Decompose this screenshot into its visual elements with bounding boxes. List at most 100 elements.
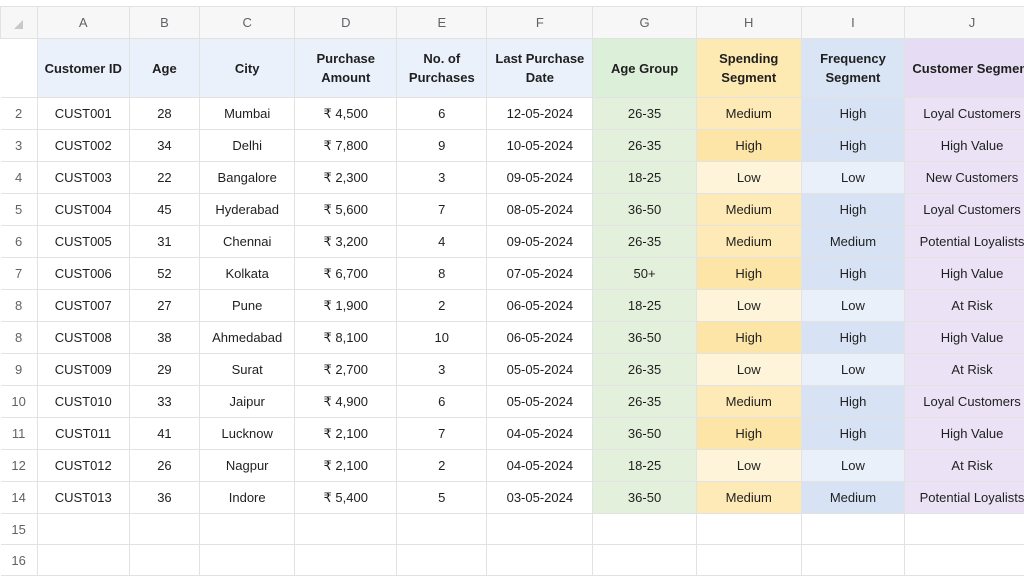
cell-purchase-amount[interactable]: ₹ 4,500 xyxy=(294,97,398,130)
cell-frequency-segment[interactable]: Low xyxy=(800,289,906,322)
cell-city[interactable]: Ahmedabad xyxy=(199,321,296,354)
cell-city[interactable]: Pune xyxy=(199,289,296,322)
cell-age[interactable]: 41 xyxy=(128,417,201,450)
cell-customer-segment[interactable]: New Customers xyxy=(904,161,1024,194)
column-header-c[interactable]: C xyxy=(199,6,296,39)
cell-frequency-segment[interactable]: High xyxy=(800,257,906,290)
cell-frequency-segment[interactable]: High xyxy=(800,417,906,450)
cell-no-of-purchases[interactable]: 5 xyxy=(396,481,488,514)
cell-city[interactable]: Lucknow xyxy=(199,417,296,450)
cell-age-group[interactable]: 26-35 xyxy=(592,353,697,386)
cell-customer-segment[interactable]: High Value xyxy=(904,417,1024,450)
cell-frequency-segment[interactable]: High xyxy=(800,193,906,226)
cell-purchase-amount[interactable]: ₹ 3,200 xyxy=(294,225,398,258)
header-cell-customer-segment[interactable]: Customer Segment xyxy=(904,38,1024,98)
cell-city[interactable]: Hyderabad xyxy=(199,193,296,226)
cell-spending-segment[interactable]: Medium xyxy=(695,193,802,226)
cell-age[interactable]: 28 xyxy=(128,97,201,130)
row-header[interactable]: 6 xyxy=(0,225,38,258)
cell-frequency-segment[interactable]: Low xyxy=(800,449,906,482)
cell-city[interactable]: Indore xyxy=(199,481,296,514)
cell-city[interactable]: Surat xyxy=(199,353,296,386)
cell-purchase-amount[interactable]: ₹ 8,100 xyxy=(294,321,398,354)
cell-no-of-purchases[interactable]: 7 xyxy=(396,417,488,450)
cell-customer-id[interactable]: CUST013 xyxy=(36,481,130,514)
column-header-g[interactable]: G xyxy=(592,6,697,39)
cell-frequency-segment[interactable]: High xyxy=(800,385,906,418)
cell-no-of-purchases[interactable]: 10 xyxy=(396,321,488,354)
cell-last-purchase-date[interactable]: 04-05-2024 xyxy=(486,417,594,450)
cell-spending-segment[interactable]: Low xyxy=(695,449,802,482)
cell-age-group[interactable]: 18-25 xyxy=(592,161,697,194)
header-cell-age[interactable]: Age xyxy=(128,38,201,98)
cell-last-purchase-date[interactable]: 07-05-2024 xyxy=(486,257,594,290)
cell-no-of-purchases[interactable]: 9 xyxy=(396,129,488,162)
cell-age-group[interactable]: 18-25 xyxy=(592,449,697,482)
row-header[interactable]: 16 xyxy=(0,544,38,576)
cell-age-group[interactable]: 36-50 xyxy=(592,481,697,514)
cell-age-group[interactable]: 26-35 xyxy=(592,97,697,130)
cell-customer-segment[interactable]: Loyal Customers xyxy=(904,193,1024,226)
cell-last-purchase-date[interactable]: 09-05-2024 xyxy=(486,161,594,194)
cell-age-group[interactable]: 36-50 xyxy=(592,321,697,354)
cell-spending-segment[interactable]: High xyxy=(695,129,802,162)
empty-cell[interactable] xyxy=(396,513,488,545)
cell-age-group[interactable]: 50+ xyxy=(592,257,697,290)
cell-city[interactable]: Mumbai xyxy=(199,97,296,130)
cell-age[interactable]: 29 xyxy=(128,353,201,386)
cell-age-group[interactable]: 18-25 xyxy=(592,289,697,322)
column-header-h[interactable]: H xyxy=(695,6,802,39)
cell-customer-segment[interactable]: Loyal Customers xyxy=(904,385,1024,418)
cell-purchase-amount[interactable]: ₹ 5,600 xyxy=(294,193,398,226)
cell-purchase-amount[interactable]: ₹ 2,100 xyxy=(294,449,398,482)
row-header[interactable]: 8 xyxy=(0,321,38,354)
cell-purchase-amount[interactable]: ₹ 2,100 xyxy=(294,417,398,450)
row-header[interactable]: 4 xyxy=(0,161,38,194)
cell-no-of-purchases[interactable]: 6 xyxy=(396,385,488,418)
cell-age[interactable]: 26 xyxy=(128,449,201,482)
cell-spending-segment[interactable]: Low xyxy=(695,289,802,322)
cell-spending-segment[interactable]: High xyxy=(695,321,802,354)
row-header[interactable]: 9 xyxy=(0,353,38,386)
select-all-corner[interactable] xyxy=(0,6,38,39)
cell-frequency-segment[interactable]: Medium xyxy=(800,481,906,514)
column-header-e[interactable]: E xyxy=(396,6,488,39)
empty-cell[interactable] xyxy=(396,544,488,576)
cell-last-purchase-date[interactable]: 10-05-2024 xyxy=(486,129,594,162)
cell-customer-segment[interactable]: Loyal Customers xyxy=(904,97,1024,130)
empty-cell[interactable] xyxy=(800,513,906,545)
cell-customer-segment[interactable]: Potential Loyalists xyxy=(904,481,1024,514)
cell-frequency-segment[interactable]: Medium xyxy=(800,225,906,258)
cell-no-of-purchases[interactable]: 3 xyxy=(396,353,488,386)
empty-cell[interactable] xyxy=(486,513,594,545)
cell-purchase-amount[interactable]: ₹ 7,800 xyxy=(294,129,398,162)
cell-frequency-segment[interactable]: High xyxy=(800,129,906,162)
cell-city[interactable]: Bangalore xyxy=(199,161,296,194)
column-header-i[interactable]: I xyxy=(800,6,906,39)
cell-age[interactable]: 31 xyxy=(128,225,201,258)
cell-customer-segment[interactable]: High Value xyxy=(904,129,1024,162)
empty-cell[interactable] xyxy=(128,513,201,545)
cell-customer-segment[interactable]: High Value xyxy=(904,321,1024,354)
cell-age[interactable]: 33 xyxy=(128,385,201,418)
empty-cell[interactable] xyxy=(800,544,906,576)
cell-customer-id[interactable]: CUST005 xyxy=(36,225,130,258)
cell-spending-segment[interactable]: High xyxy=(695,257,802,290)
cell-no-of-purchases[interactable]: 7 xyxy=(396,193,488,226)
cell-spending-segment[interactable]: Medium xyxy=(695,481,802,514)
cell-spending-segment[interactable]: Medium xyxy=(695,385,802,418)
cell-frequency-segment[interactable]: Low xyxy=(800,161,906,194)
cell-age-group[interactable]: 26-35 xyxy=(592,129,697,162)
cell-last-purchase-date[interactable]: 04-05-2024 xyxy=(486,449,594,482)
cell-age[interactable]: 45 xyxy=(128,193,201,226)
row-header[interactable]: 12 xyxy=(0,449,38,482)
cell-age-group[interactable]: 26-35 xyxy=(592,225,697,258)
header-cell-no-of-purchases[interactable]: No. of Purchases xyxy=(396,38,488,98)
cell-frequency-segment[interactable]: High xyxy=(800,97,906,130)
cell-spending-segment[interactable]: High xyxy=(695,417,802,450)
cell-customer-id[interactable]: CUST009 xyxy=(36,353,130,386)
row-header[interactable] xyxy=(0,38,38,98)
cell-customer-id[interactable]: CUST004 xyxy=(36,193,130,226)
header-cell-spending-segment[interactable]: Spending Segment xyxy=(695,38,802,98)
cell-age[interactable]: 22 xyxy=(128,161,201,194)
